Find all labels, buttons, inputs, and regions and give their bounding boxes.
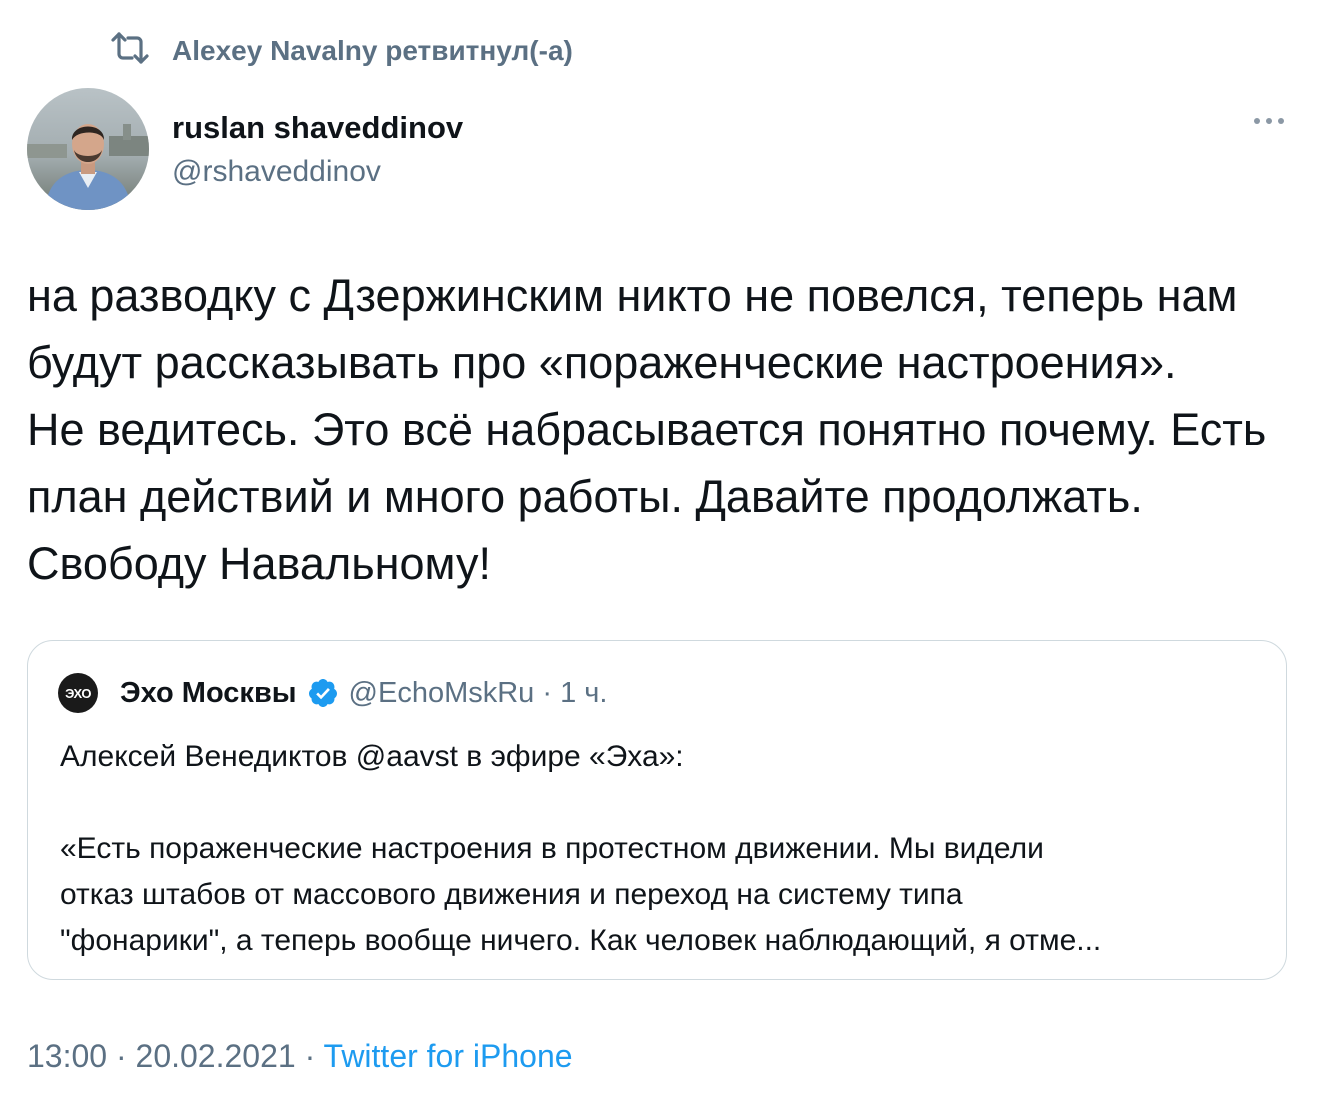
quoted-tweet[interactable]: ЭХО Эхо Москвы @EchoMskRu · 1 ч. Алексей…	[27, 640, 1287, 980]
tweet-text: на разводку с Дзержинским никто не повел…	[27, 262, 1307, 597]
avatar[interactable]	[27, 88, 149, 210]
meta-separator: ·	[115, 1038, 127, 1074]
quoted-tweet-header: ЭХО Эхо Москвы @EchoMskRu · 1 ч.	[58, 673, 607, 713]
quoted-line: Алексей Венедиктов @aavst в эфире «Эха»:	[60, 740, 684, 773]
tweet-source-link[interactable]: Twitter for iPhone	[324, 1038, 573, 1074]
quoted-paragraph-gap	[60, 780, 1260, 826]
author-handle[interactable]: @rshaveddinov	[172, 154, 463, 190]
more-dot	[1254, 118, 1260, 124]
quoted-line: «Есть пораженческие настроения в протест…	[60, 832, 1044, 865]
verified-icon	[308, 679, 337, 707]
tweet-line: Свободу Навальному!	[27, 538, 491, 589]
author-name[interactable]: ruslan shaveddinov	[172, 110, 463, 146]
tweet-meta: 13:00 · 20.02.2021 · Twitter for iPhone	[27, 1038, 573, 1075]
tweet-line: будут рассказывать про «пораженческие на…	[27, 337, 1177, 388]
retweet-label[interactable]: Alexey Navalny ретвитнул(-а)	[172, 35, 573, 67]
quoted-author-name[interactable]: Эхо Москвы	[120, 677, 297, 710]
tweet-line: план действий и много работы. Давайте пр…	[27, 471, 1143, 522]
quoted-avatar[interactable]: ЭХО	[58, 673, 98, 713]
quoted-line: "фонарики", а теперь вообще ничего. Как …	[60, 924, 1102, 957]
author-block[interactable]: ruslan shaveddinov @rshaveddinov	[172, 110, 463, 190]
tweet-line: на разводку с Дзержинским никто не повел…	[27, 270, 1238, 321]
tweet-time[interactable]: 13:00	[27, 1038, 107, 1074]
quoted-tweet-body: Алексей Венедиктов @aavst в эфире «Эха»:…	[60, 734, 1260, 964]
retweet-context[interactable]: Alexey Navalny ретвитнул(-а)	[110, 30, 573, 71]
meta-separator: ·	[304, 1038, 316, 1074]
more-icon[interactable]	[1254, 118, 1284, 124]
quoted-line: отказ штабов от массового движения и пер…	[60, 878, 963, 911]
quoted-author-handle[interactable]: @EchoMskRu · 1 ч.	[349, 677, 608, 710]
tweet-date[interactable]: 20.02.2021	[136, 1038, 296, 1074]
more-dot	[1278, 118, 1284, 124]
more-dot	[1266, 118, 1272, 124]
tweet-line: Не ведитесь. Это всё набрасывается понят…	[27, 404, 1267, 455]
retweet-icon	[110, 30, 150, 71]
